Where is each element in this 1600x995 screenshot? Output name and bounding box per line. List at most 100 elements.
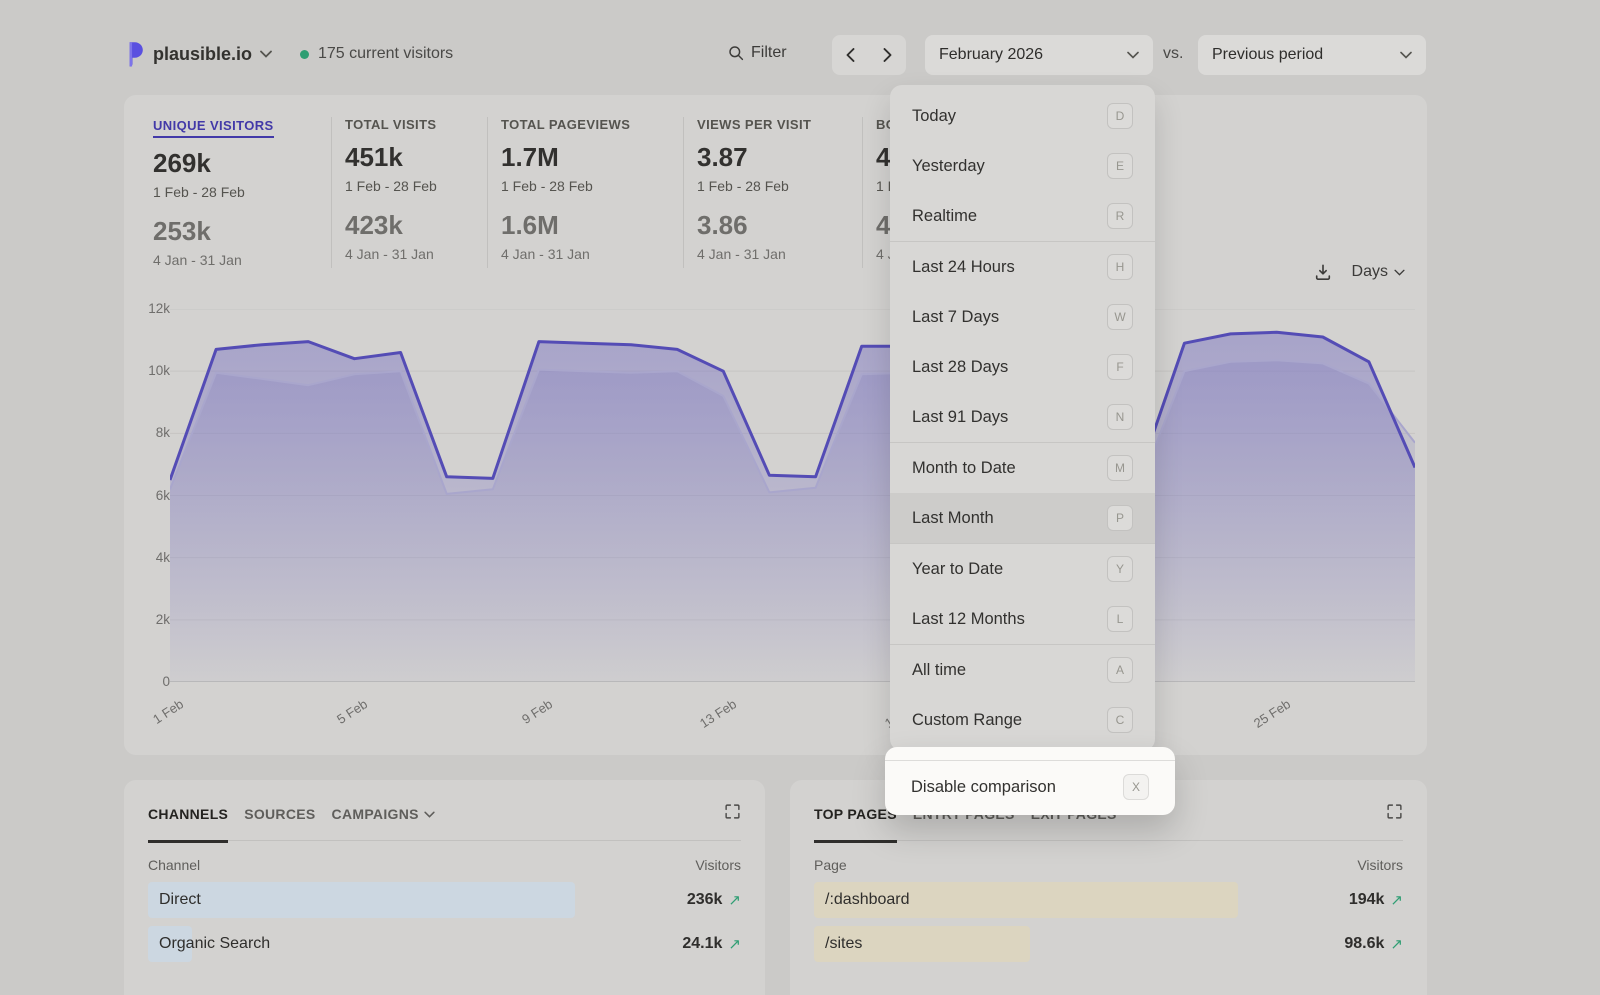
stat-prev-value: 3.86 (697, 210, 848, 241)
row-name: /sites (814, 935, 862, 953)
trend-up-right-arrow-icon: ↗ (1390, 891, 1403, 909)
table-row-organic-search[interactable]: Organic Search 24.1k↗ (148, 926, 741, 962)
menu-item-label: Year to Date (912, 560, 1003, 579)
filter-button[interactable]: Filter (728, 44, 787, 62)
table-row-direct[interactable]: Direct 236k ↗ (148, 882, 741, 918)
stat-prev-period: 4 Jan - 31 Jan (345, 246, 473, 262)
table-rows: /:dashboard 194k↗ /sites98.6k↗ (814, 882, 1403, 962)
menu-item-last-24-hours[interactable]: Last 24 HoursH (890, 242, 1155, 292)
menu-item-year-to-date[interactable]: Year to Date Y (890, 544, 1155, 594)
row-name: Organic Search (148, 935, 270, 953)
download-icon[interactable] (1314, 263, 1332, 281)
row-name: /:dashboard (814, 891, 910, 909)
stat-views-per-visit[interactable]: VIEWS PER VISIT3.871 Feb - 28 Feb3.864 J… (683, 117, 862, 268)
chart-controls: Days (1314, 263, 1405, 281)
tab-sources[interactable]: SOURCES (244, 806, 315, 822)
table-rows: Direct 236k ↗ Organic Search 24.1k↗ (148, 882, 741, 962)
date-range-menu: TodayDYesterdayERealtimeRLast 24 HoursHL… (890, 85, 1155, 751)
chevron-left-icon[interactable] (832, 35, 869, 75)
shortcut-key-badge: H (1107, 254, 1133, 280)
menu-item-label: Last 7 Days (912, 308, 999, 327)
tab-channels[interactable]: CHANNELS (148, 806, 228, 822)
date-range-picker[interactable]: February 2026 (925, 35, 1153, 75)
menu-item-last-91-days[interactable]: Last 91 DaysN (890, 392, 1155, 442)
menu-item-custom-range[interactable]: Custom RangeC (890, 695, 1155, 745)
shortcut-key-badge: X (1123, 774, 1149, 800)
y-tick-label: 12k (130, 301, 170, 316)
interval-selector[interactable]: Days (1352, 263, 1405, 281)
visitors-count: 236k (687, 891, 723, 909)
chevron-down-icon (1400, 51, 1412, 59)
table-row-sites[interactable]: /sites98.6k↗ (814, 926, 1403, 962)
expand-icon[interactable] (724, 803, 741, 820)
menu-item-label: All time (912, 661, 966, 680)
y-tick-label: 6k (130, 488, 170, 503)
shortcut-key-badge: E (1107, 153, 1133, 179)
y-tick-label: 4k (130, 550, 170, 565)
menu-item-label: Last 12 Months (912, 610, 1025, 629)
stat-prev-value: 423k (345, 210, 473, 241)
date-nav-group (832, 35, 906, 75)
visitors-chart[interactable] (170, 309, 1415, 682)
stat-prev-period: 4 Jan - 31 Jan (501, 246, 669, 262)
shortcut-key-badge: P (1107, 505, 1133, 531)
y-tick-label: 8k (130, 425, 170, 440)
stat-value: 1.7M (501, 142, 669, 173)
comparison-picker[interactable]: Previous period (1198, 35, 1426, 75)
current-visitors-label: 175 current visitors (318, 45, 453, 63)
table-row-dashboard[interactable]: /:dashboard 194k↗ (814, 882, 1403, 918)
menu-item-last-12-months[interactable]: Last 12 MonthsL (890, 594, 1155, 644)
row-visitors: 194k↗ (1349, 891, 1403, 909)
current-visitors[interactable]: 175 current visitors (300, 45, 453, 63)
expand-icon[interactable] (1386, 803, 1403, 820)
tab-label: CAMPAIGNS (332, 806, 419, 822)
table-header: Channel Visitors (148, 857, 741, 873)
stat-label: VIEWS PER VISIT (697, 117, 848, 132)
shortcut-key-badge: C (1107, 707, 1133, 733)
menu-item-last-28-days[interactable]: Last 28 DaysF (890, 342, 1155, 392)
row-visitors: 236k ↗ (687, 891, 741, 909)
column-header-visitors: Visitors (1357, 857, 1403, 873)
stat-value: 3.87 (697, 142, 848, 173)
site-name: plausible.io (153, 44, 252, 65)
tab-campaigns[interactable]: CAMPAIGNS (332, 806, 435, 822)
menu-item-today[interactable]: TodayD (890, 91, 1155, 141)
row-visitors: 24.1k↗ (682, 935, 741, 953)
menu-item-yesterday[interactable]: Yesterday E (890, 141, 1155, 191)
stat-prev-period: 4 Jan - 31 Jan (697, 246, 848, 262)
interval-label: Days (1352, 263, 1388, 281)
stat-total-pageviews[interactable]: TOTAL PAGEVIEWS1.7M1 Feb - 28 Feb1.6M4 J… (487, 117, 683, 268)
trend-up-right-arrow-icon: ↗ (1390, 935, 1403, 953)
comparison-label: Previous period (1212, 46, 1323, 64)
search-icon (728, 45, 744, 61)
menu-item-label: Yesterday (912, 157, 985, 176)
trend-up-right-arrow-icon: ↗ (728, 891, 741, 909)
stat-unique-visitors[interactable]: UNIQUE VISITORS269k1 Feb - 28 Feb253k4 J… (153, 117, 331, 268)
chevron-right-icon[interactable] (869, 35, 906, 75)
chevron-down-icon (1394, 269, 1405, 276)
y-tick-label: 2k (130, 612, 170, 627)
menu-item-last-month[interactable]: Last MonthP (890, 493, 1155, 543)
menu-item-disable-comparison[interactable]: Disable comparison X (885, 761, 1175, 813)
menu-item-realtime[interactable]: RealtimeR (890, 191, 1155, 241)
menu-item-last-7-days[interactable]: Last 7 Days W (890, 292, 1155, 342)
chevron-down-icon (260, 50, 272, 58)
trend-up-right-arrow-icon: ↗ (728, 935, 741, 953)
x-tick-label: 9 Feb (498, 696, 555, 740)
area-fill-february-2026 (170, 332, 1415, 682)
shortcut-key-badge: W (1107, 304, 1133, 330)
x-tick-label: 25 Feb (1236, 696, 1293, 740)
vs-label: vs. (1163, 45, 1183, 63)
menu-item-all-time[interactable]: All time A (890, 645, 1155, 695)
channels-tabs: CHANNELS SOURCES CAMPAIGNS (148, 806, 741, 841)
row-name: Direct (148, 891, 201, 909)
menu-item-month-to-date[interactable]: Month to DateM (890, 443, 1155, 493)
shortcut-key-badge: A (1107, 657, 1133, 683)
site-switcher[interactable]: plausible.io (124, 41, 272, 67)
menu-item-label: Last 91 Days (912, 408, 1008, 427)
x-tick-label: 13 Feb (683, 696, 740, 740)
shortcut-key-badge: Y (1107, 556, 1133, 582)
stat-total-visits[interactable]: TOTAL VISITS451k1 Feb - 28 Feb423k4 Jan … (331, 117, 487, 268)
x-tick-label: 1 Feb (129, 696, 186, 740)
divider (885, 760, 1175, 761)
